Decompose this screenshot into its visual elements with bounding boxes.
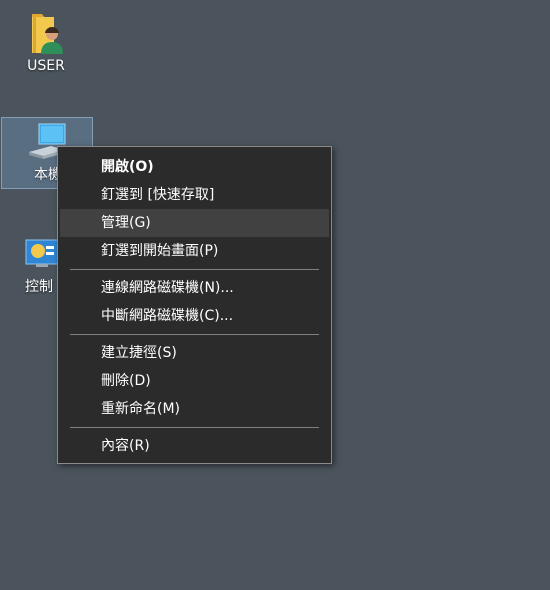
menu-item-properties[interactable]: 內容(R)	[60, 432, 329, 460]
menu-item-pin-quick-access[interactable]: 釘選到 [快速存取]	[60, 181, 329, 209]
menu-item-open[interactable]: 開啟(O)	[60, 153, 329, 181]
menu-item-delete[interactable]: 刪除(D)	[60, 367, 329, 395]
menu-item-disconnect-network-drive[interactable]: 中斷網路磁碟機(C)...	[60, 302, 329, 330]
menu-item-manage[interactable]: 管理(G)	[60, 209, 329, 237]
control-panel-icon	[25, 239, 59, 267]
menu-item-rename[interactable]: 重新命名(M)	[60, 395, 329, 423]
menu-separator	[70, 427, 319, 428]
menu-item-create-shortcut[interactable]: 建立捷徑(S)	[60, 339, 329, 367]
desktop-icon-user-label: USER	[27, 58, 65, 74]
menu-item-pin-start[interactable]: 釘選到開始畫面(P)	[60, 237, 329, 265]
menu-separator	[70, 334, 319, 335]
menu-separator	[70, 269, 319, 270]
user-folder-icon	[32, 14, 63, 54]
desktop-icon-user[interactable]: USER	[0, 8, 92, 74]
context-menu: 開啟(O) 釘選到 [快速存取] 管理(G) 釘選到開始畫面(P) 連線網路磁碟…	[57, 146, 332, 464]
menu-item-map-network-drive[interactable]: 連線網路磁碟機(N)...	[60, 274, 329, 302]
desktop: USER 本機 控制 開啟(O) 釘選到 [快速存取] 管理(G) 釘選到開始畫…	[0, 0, 550, 590]
